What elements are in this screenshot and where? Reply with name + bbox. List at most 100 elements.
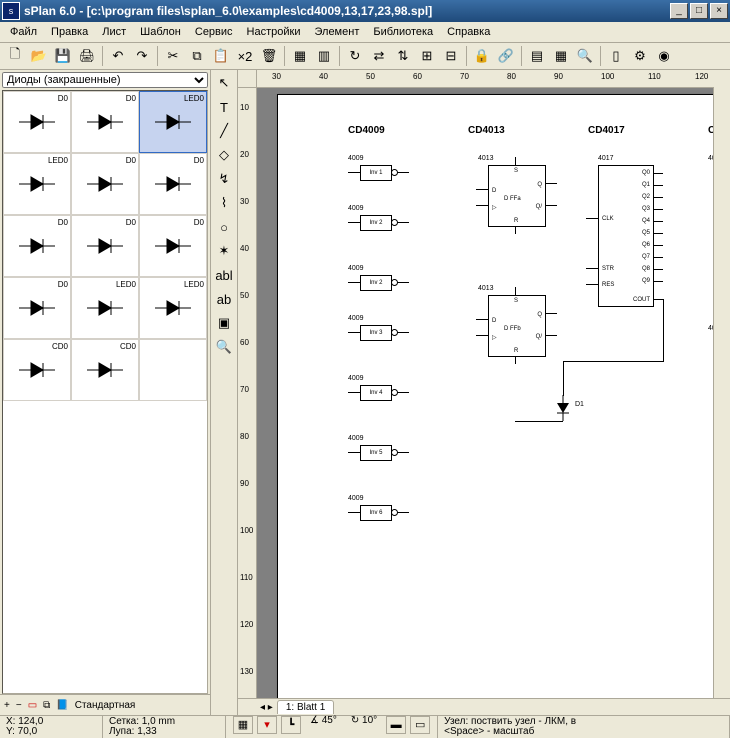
vtool-9[interactable]: ab [212,288,236,310]
dup-icon[interactable]: ×2 [234,45,256,67]
diode-d1[interactable] [553,395,573,424]
align2-icon[interactable]: ▥ [313,45,335,67]
menu-Элемент[interactable]: Элемент [308,24,365,40]
grid-toggle-icon[interactable]: ▦ [233,716,253,734]
inverter[interactable]: Inv 6 [360,505,392,521]
flipflop[interactable]: SQDD FFb▷Q/R [488,295,546,357]
tab-nav[interactable]: ◂ ▸ [260,702,273,713]
menu-Библиотека[interactable]: Библиотека [367,24,439,40]
align1-icon[interactable]: ▦ [289,45,311,67]
new-icon[interactable]: 🗋 [4,45,26,67]
inverter[interactable]: Inv 2 [360,275,392,291]
counter[interactable]: Q0Q1Q2Q3Q4Q5Q6Q7Q8Q9CLKSTRRESCOUT [598,165,654,307]
view-icon[interactable]: ◉ [653,45,675,67]
inverter[interactable]: Inv 2 [360,215,392,231]
save-icon[interactable]: 💾 [52,45,74,67]
vtool-2[interactable]: ╱ [212,120,236,142]
ungroup-icon[interactable]: ⊟ [440,45,462,67]
delete-icon[interactable]: 🗑 [258,45,280,67]
canvas-wrap: 30405060708090100110120 1020304050607080… [238,70,730,715]
lib-cell-3-2[interactable]: LED0 [139,277,207,339]
lib-cell-1-2[interactable]: D0 [139,153,207,215]
vtool-4[interactable]: ↯ [212,168,236,190]
vtool-10[interactable]: ▣ [212,312,236,334]
redo-icon[interactable]: ↷ [131,45,153,67]
fill-icon[interactable]: ▬ [386,716,406,734]
cut-icon[interactable]: ✂ [162,45,184,67]
horizontal-scrollbar[interactable] [380,699,714,715]
maximize-button[interactable]: □ [690,3,708,19]
vtool-0[interactable]: ↖ [212,72,236,94]
print-icon[interactable]: 🖨 [76,45,98,67]
ortho-icon[interactable]: ┗ [281,716,301,734]
flipv-icon[interactable]: ⇅ [392,45,414,67]
undo-icon[interactable]: ↶ [107,45,129,67]
lib-cell-1-1[interactable]: D0 [71,153,139,215]
lib-cell-4-1[interactable]: CD0 [71,339,139,401]
close-button[interactable]: × [710,3,728,19]
lib-cell-3-1[interactable]: LED0 [71,277,139,339]
lib-cell-0-1[interactable]: D0 [71,91,139,153]
component-grid: D0D0LED0LED0D0D0D0D0D0D0LED0LED0CD0CD0 [2,90,208,694]
vtool-8[interactable]: abl [212,264,236,286]
snap-icon[interactable]: ▾ [257,716,277,734]
lib-cell-2-2[interactable]: D0 [139,215,207,277]
library-dropdown[interactable]: Диоды (закрашенные) [2,72,208,88]
layer2-icon[interactable]: ▦ [550,45,572,67]
lib-book-icon[interactable]: 📘 [56,700,68,711]
fliph-icon[interactable]: ⇄ [368,45,390,67]
lib-cell-3-0[interactable]: D0 [3,277,71,339]
rotate-icon[interactable]: ↻ [344,45,366,67]
menu-Сервис[interactable]: Сервис [189,24,239,40]
flipflop[interactable]: SQDD FFa▷Q/R [488,165,546,227]
schematic-page[interactable]: CD4009CD4013CD4017CD4009Inv 14009Inv 240… [277,94,713,698]
copy-icon[interactable]: ⧉ [186,45,208,67]
status-grid: Сетка: 1,0 mmЛупа: 1,33 [103,716,226,738]
vtool-6[interactable]: ○ [212,216,236,238]
layer1-icon[interactable]: ▤ [526,45,548,67]
rect-icon[interactable]: ▭ [410,716,430,734]
lib-add-icon[interactable]: + [4,700,10,711]
vtool-1[interactable]: T [212,96,236,118]
menu-Справка[interactable]: Справка [441,24,496,40]
lib-cell-2-1[interactable]: D0 [71,215,139,277]
lock-icon[interactable]: 🔒 [471,45,493,67]
vertical-scrollbar[interactable] [713,88,730,698]
menu-Настройки[interactable]: Настройки [241,24,307,40]
lib-tag-icon[interactable]: ▭ [28,700,37,711]
paste-icon[interactable]: 📋 [210,45,232,67]
lib-cell-4-0[interactable]: CD0 [3,339,71,401]
menu-Лист[interactable]: Лист [96,24,132,40]
inverter[interactable]: Inv 4 [360,385,392,401]
menu-Файл[interactable]: Файл [4,24,43,40]
menu-Шаблон[interactable]: Шаблон [134,24,187,40]
drawing-toolbar: ↖T╱◇↯⌇○✶ablab▣🔍 [211,70,238,715]
menu-Правка[interactable]: Правка [45,24,94,40]
vtool-3[interactable]: ◇ [212,144,236,166]
canvas[interactable]: CD4009CD4013CD4017CD4009Inv 14009Inv 240… [257,88,713,698]
sheet-icon[interactable]: ▯ [605,45,627,67]
minimize-button[interactable]: _ [670,3,688,19]
lib-cell-4-2[interactable] [139,339,207,401]
status-angle10: ↻ 10° [351,716,377,738]
link-icon[interactable]: 🔗 [495,45,517,67]
lib-cell-0-2[interactable]: LED0 [139,91,207,153]
sheet-tab-1[interactable]: 1: Blatt 1 [277,700,334,714]
inverter[interactable]: Inv 3 [360,325,392,341]
inverter[interactable]: Inv 5 [360,445,392,461]
menubar: ФайлПравкаЛистШаблонСервисНастройкиЭлеме… [0,22,730,43]
lib-cell-2-0[interactable]: D0 [3,215,71,277]
opt-icon[interactable]: ⚙ [629,45,651,67]
find-icon[interactable]: 🔍 [574,45,596,67]
lib-cell-1-0[interactable]: LED0 [3,153,71,215]
group-icon[interactable]: ⊞ [416,45,438,67]
open-icon[interactable]: 📂 [28,45,50,67]
lib-cell-0-0[interactable]: D0 [3,91,71,153]
vtool-7[interactable]: ✶ [212,240,236,262]
lib-del-icon[interactable]: − [16,700,22,711]
vtool-5[interactable]: ⌇ [212,192,236,214]
lib-dup-icon[interactable]: ⧉ [43,700,50,711]
ruler-corner [238,70,257,88]
vtool-11[interactable]: 🔍 [212,336,236,358]
inverter[interactable]: Inv 1 [360,165,392,181]
